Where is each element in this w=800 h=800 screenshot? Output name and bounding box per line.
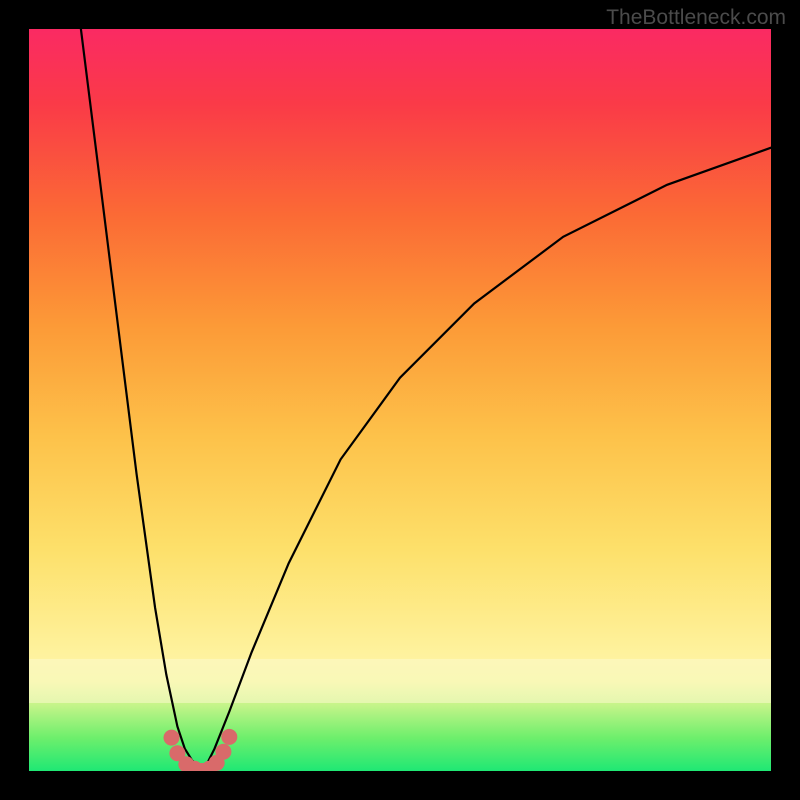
watermark-text: TheBottleneck.com	[606, 6, 786, 30]
accent-dot	[164, 730, 180, 746]
accent-dot	[221, 729, 237, 745]
curve-svg	[29, 29, 771, 771]
chart-stage: TheBottleneck.com	[0, 0, 800, 800]
bottom-cluster-dots	[164, 729, 238, 771]
right-branch	[203, 148, 771, 771]
accent-dot	[215, 744, 231, 760]
curve-layer	[81, 29, 771, 771]
plot-area	[29, 29, 771, 771]
left-branch	[81, 29, 203, 771]
